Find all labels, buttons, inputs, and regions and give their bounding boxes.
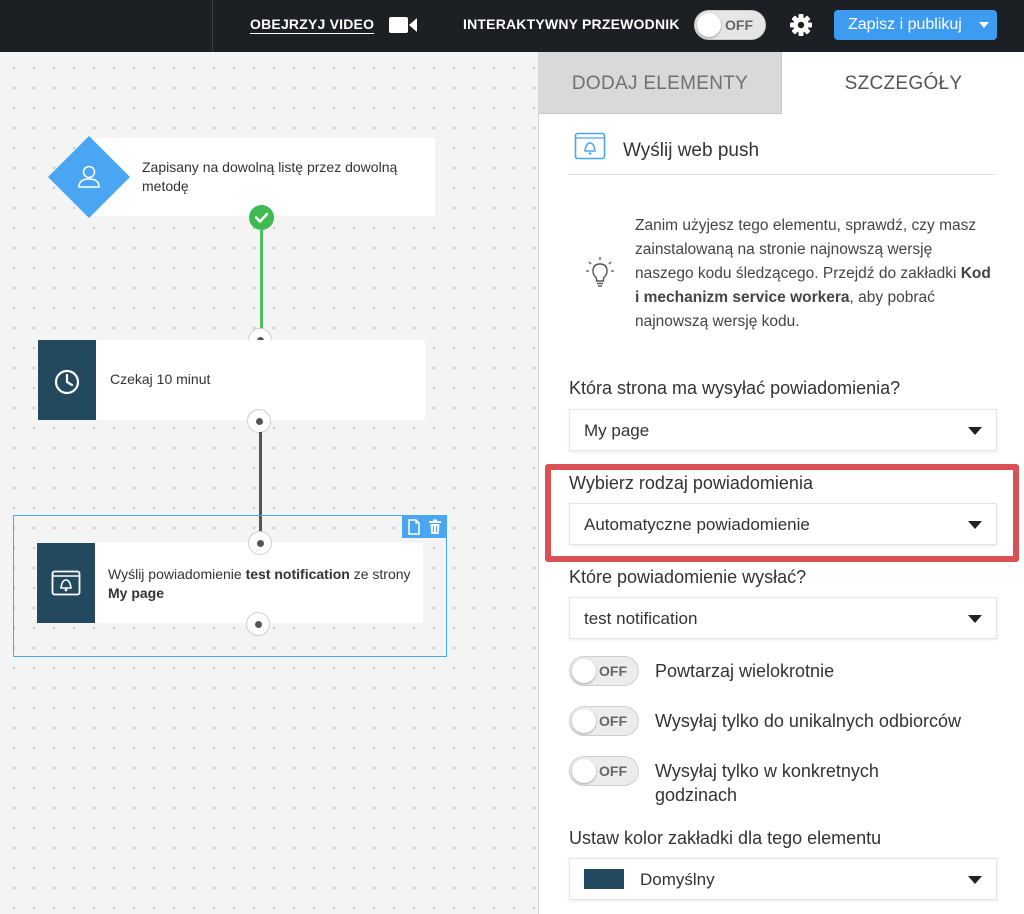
wait-node-icon-box — [38, 340, 96, 420]
interactive-guide-toggle[interactable]: OFF — [694, 10, 766, 40]
notification-type-select[interactable]: Automatyczne powiadomienie — [569, 503, 997, 545]
tab-color-label: Ustaw kolor zakładki dla tego elementu — [569, 828, 882, 848]
output-port[interactable] — [246, 612, 270, 636]
web-push-bell-icon — [51, 570, 81, 601]
node-toolbar — [402, 516, 446, 538]
wait-node[interactable]: Czekaj 10 minut — [38, 340, 425, 420]
toggle-knob — [572, 659, 596, 683]
lightbulb-icon — [585, 256, 615, 295]
tab-details[interactable]: SZCZEGÓŁY — [782, 52, 1024, 114]
page-select[interactable]: My page — [569, 409, 997, 451]
trigger-node-text: Zapisany na dowolną listę przez dowolną … — [142, 159, 398, 194]
which-notification-select[interactable]: test notification — [569, 597, 997, 639]
topbar-divider — [212, 0, 213, 52]
user-icon — [74, 162, 104, 197]
specific-hours-toggle[interactable]: OFF — [569, 756, 639, 786]
gear-icon[interactable] — [788, 12, 814, 43]
tracking-code-info: Zanim użyjesz tego elementu, sprawdź, cz… — [635, 214, 993, 334]
clock-icon — [53, 368, 81, 401]
toggle-state: OFF — [599, 663, 627, 679]
divider — [569, 174, 995, 175]
dropdown-arrow-icon — [968, 876, 982, 884]
interactive-guide-label: INTERAKTYWNY PRZEWODNIK — [463, 16, 680, 32]
details-panel: DODAJ ELEMENTY SZCZEGÓŁY Wyślij web push… — [538, 52, 1024, 914]
toggle-knob — [572, 759, 596, 783]
tab-add-elements[interactable]: DODAJ ELEMENTY — [539, 52, 782, 114]
tab-color-value: Domyślny — [640, 870, 715, 889]
toggle-state: OFF — [599, 763, 627, 779]
push-text-prefix: Wyślij powiadomienie — [108, 566, 246, 582]
tab-color-select[interactable]: Domyślny — [569, 858, 997, 900]
watch-video-link[interactable]: OBEJRZYJ VIDEO — [250, 16, 374, 32]
send-push-node-text: Wyślij powiadomienie test notification z… — [108, 565, 413, 603]
publish-button-label: Zapisz i publikuj — [848, 16, 962, 33]
specific-hours-label: Wysyłaj tylko w konkretnych godzinach — [655, 761, 879, 805]
repeat-toggle-label: Powtarzaj wielokrotnie — [655, 661, 835, 681]
dropdown-arrow-icon — [968, 615, 982, 623]
push-notification-name: test notification — [245, 566, 350, 582]
output-port[interactable] — [247, 409, 271, 433]
duplicate-icon[interactable] — [407, 519, 421, 540]
dropdown-arrow-icon — [968, 427, 982, 435]
color-swatch — [584, 869, 624, 889]
video-camera-icon[interactable] — [388, 14, 418, 41]
chevron-down-icon[interactable] — [979, 22, 989, 28]
page-select-value: My page — [584, 421, 650, 440]
info-text-before: Zanim użyjesz tego elementu, sprawdź, cz… — [635, 217, 977, 282]
repeat-toggle[interactable]: OFF — [569, 656, 639, 686]
unique-recipients-toggle[interactable]: OFF — [569, 706, 639, 736]
toggle-knob — [572, 709, 596, 733]
toggle-knob — [697, 13, 721, 37]
push-page-name: My page — [108, 585, 165, 601]
web-push-icon — [574, 132, 606, 165]
wait-node-text: Czekaj 10 minut — [110, 371, 211, 387]
connector-line — [260, 228, 263, 329]
page-question-label: Która strona ma wysyłać powiadomienia? — [569, 378, 901, 398]
push-node-icon-box — [37, 543, 95, 623]
trash-icon[interactable] — [428, 519, 442, 540]
top-bar: OBEJRZYJ VIDEO INTERAKTYWNY PRZEWODNIK O… — [0, 0, 1024, 52]
push-text-middle: ze strony — [349, 566, 411, 582]
dropdown-arrow-icon — [968, 521, 982, 529]
toggle-state: OFF — [599, 713, 627, 729]
success-check-icon — [249, 205, 274, 230]
save-and-publish-button[interactable]: Zapisz i publikuj — [834, 10, 997, 40]
unique-recipients-label: Wysyłaj tylko do unikalnych odbiorców — [655, 711, 961, 731]
notification-type-value: Automatyczne powiadomienie — [584, 515, 810, 534]
toggle-state: OFF — [725, 17, 753, 33]
panel-title: Wyślij web push — [623, 140, 760, 161]
which-notification-value: test notification — [584, 609, 698, 628]
notification-type-label: Wybierz rodzaj powiadomienia — [569, 473, 813, 493]
input-port[interactable] — [248, 531, 272, 555]
which-notification-label: Które powiadomienie wysłać? — [569, 567, 807, 587]
